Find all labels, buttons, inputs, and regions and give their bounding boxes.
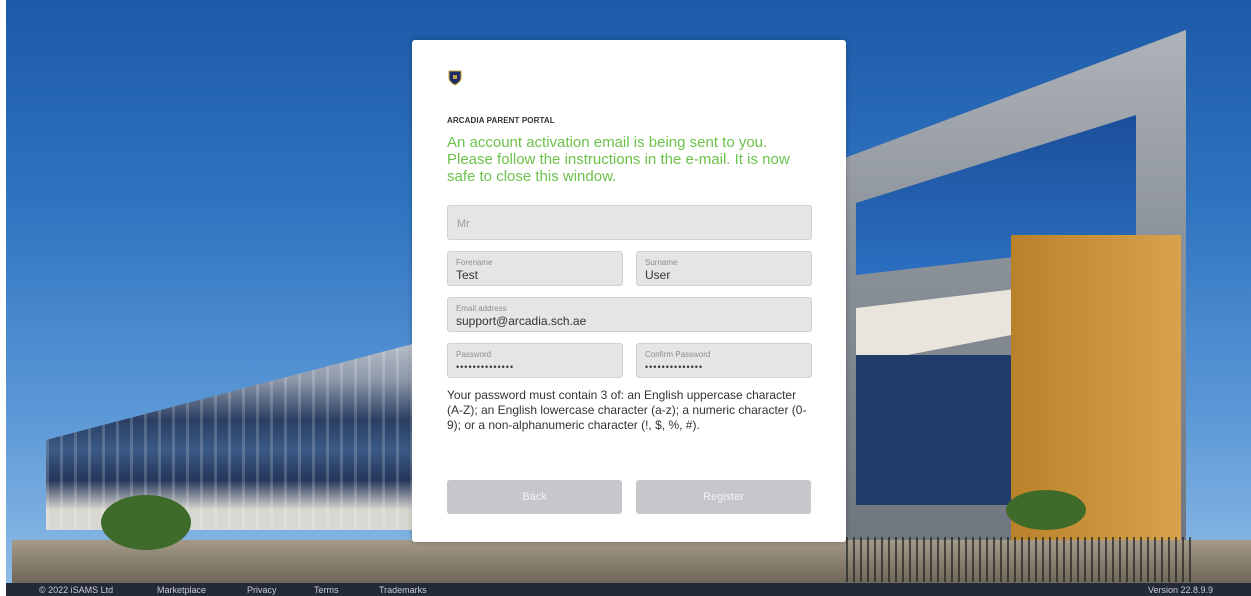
tree — [1006, 490, 1086, 530]
copyright: © 2022 iSAMS Ltd — [39, 585, 114, 595]
footer: © 2022 iSAMS Ltd Marketplace Privacy Ter… — [6, 583, 1251, 596]
footer-link-privacy[interactable]: Privacy — [247, 585, 277, 595]
activation-message: An account activation email is being sen… — [447, 134, 790, 185]
surname-value: User — [645, 268, 671, 282]
surname-field[interactable]: Surname User — [636, 251, 812, 286]
password-requirements: Your password must contain 3 of: an Engl… — [447, 388, 807, 432]
password-field[interactable]: Password •••••••••••••• — [447, 343, 623, 378]
back-button[interactable]: Back — [447, 480, 622, 514]
footer-link-terms[interactable]: Terms — [314, 585, 339, 595]
registration-card: ARCADIA PARENT PORTAL An account activat… — [412, 40, 846, 542]
email-value: support@arcadia.sch.ae — [456, 314, 587, 328]
forename-label: Forename — [456, 258, 493, 267]
forename-value: Test — [456, 268, 479, 282]
confirm-password-label: Confirm Password — [645, 350, 711, 359]
building-glass-lower — [856, 355, 1016, 505]
fence — [846, 537, 1196, 582]
confirm-password-value: •••••••••••••• — [645, 362, 704, 372]
surname-label: Surname — [645, 258, 678, 267]
school-crest-icon — [448, 70, 462, 86]
title-field[interactable]: Mr — [447, 205, 812, 240]
building-left-facade — [46, 330, 466, 530]
portal-title: ARCADIA PARENT PORTAL — [447, 116, 555, 125]
password-value: •••••••••••••• — [456, 362, 515, 372]
title-placeholder: Mr — [457, 218, 470, 230]
version: Version 22.8.9.9 — [1148, 585, 1214, 595]
footer-link-trademarks[interactable]: Trademarks — [379, 585, 427, 595]
register-button[interactable]: Register — [636, 480, 811, 514]
email-label: Email address — [456, 304, 507, 313]
footer-link-marketplace[interactable]: Marketplace — [157, 585, 206, 595]
forename-field[interactable]: Forename Test — [447, 251, 623, 286]
tree — [101, 495, 191, 550]
confirm-password-field[interactable]: Confirm Password •••••••••••••• — [636, 343, 812, 378]
password-label: Password — [456, 350, 492, 359]
email-field[interactable]: Email address support@arcadia.sch.ae — [447, 297, 812, 332]
